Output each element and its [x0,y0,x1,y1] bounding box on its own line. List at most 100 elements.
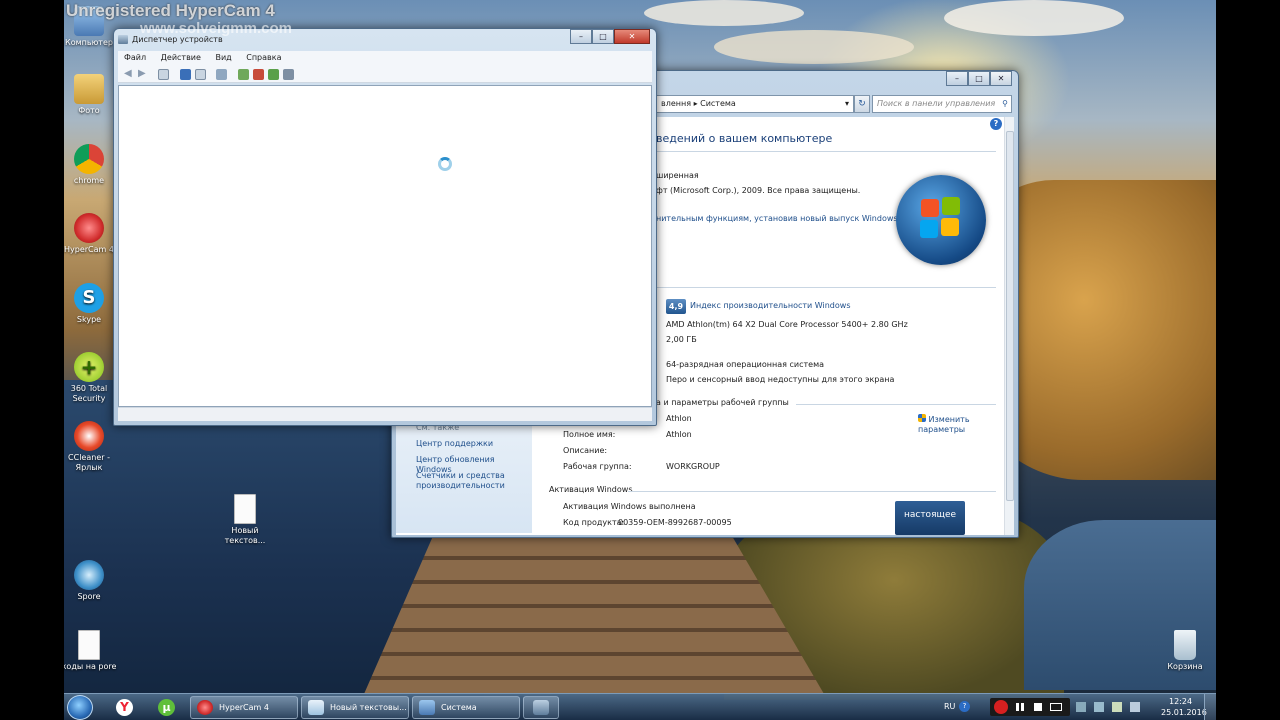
taskbar-task-system[interactable]: Система [412,696,520,719]
language-indicator[interactable]: RU [944,702,955,711]
close-button[interactable]: ✕ [614,29,650,44]
device-manager-icon [118,35,128,44]
tray-icon[interactable] [1076,702,1086,712]
close-button[interactable]: ✕ [990,71,1012,86]
rating-badge[interactable]: 4,9 [666,299,686,314]
windows-logo [896,175,986,265]
performance-index-link[interactable]: Индекс производительности Windows [690,301,850,310]
desktop-icon-spore[interactable]: Spore [61,560,117,602]
taskbar: Y µ HyperCam 4 Новый текстовы... Система… [64,693,1216,720]
workgroup-section-title: а и параметры рабочей группы [656,398,789,407]
desktop-icon-recycle-bin[interactable]: Корзина [1157,630,1213,672]
recording-controls[interactable] [990,698,1070,716]
skype-icon: S [74,283,104,313]
description-label: Описание: [563,446,608,455]
capture-area-icon[interactable] [1050,703,1062,711]
status-bar [118,407,652,421]
properties-icon[interactable] [195,69,206,80]
menu-view[interactable]: Вид [215,53,231,62]
processor-value: AMD Athlon(tm) 64 X2 Dual Core Processor… [666,320,908,329]
desktop-icon-ccleaner[interactable]: CCleaner - Ярлык [61,421,117,473]
shield-icon [918,414,926,422]
plus-shield-icon: + [74,352,104,382]
upgrade-link[interactable]: нительным функциям, установив новый выпу… [656,214,905,223]
flag-icon[interactable] [1112,702,1122,712]
device-tree-pane[interactable] [118,85,652,407]
link-support-center[interactable]: Центр поддержки [416,439,493,449]
back-arrow-icon[interactable]: ◀ [124,69,135,80]
hypercam-icon [197,700,213,715]
update-driver-icon[interactable] [238,69,249,80]
workgroup-value: WORKGROUP [666,462,720,471]
help-icon[interactable]: ? [990,118,1002,130]
help-icon[interactable]: ? [959,701,970,712]
product-key-label: Код продукта: [563,518,625,527]
menu-action[interactable]: Действие [161,53,201,62]
notepad-icon [308,700,324,715]
desktop-icon-hypercam[interactable]: HyperCam 4 [61,213,117,255]
scrollbar-thumb[interactable] [1006,131,1014,501]
scan-hardware-icon[interactable] [216,69,227,80]
disable-device-icon[interactable] [283,69,294,80]
copyright-text: фт (Microsoft Corp.), 2009. Все права за… [656,186,861,195]
chrome-icon [74,144,104,174]
change-settings-link[interactable]: Изменить параметры [918,414,988,435]
network-icon[interactable] [1094,702,1104,712]
stop-icon[interactable] [1034,703,1042,711]
product-key-value: 00359-OEM-8992687-00095 [618,518,732,527]
menu-help[interactable]: Справка [246,53,281,62]
chevron-down-icon[interactable]: ▾ [845,96,849,112]
uninstall-icon[interactable] [253,69,264,80]
refresh-icon[interactable]: ↻ [854,95,870,113]
text-file-icon [234,494,256,524]
help-icon[interactable] [180,69,191,80]
yandex-icon[interactable]: Y [106,696,142,719]
toolbar: ◀ ▶ [118,66,652,83]
desktop-icon-chrome[interactable]: chrome [61,144,117,186]
ccleaner-icon [74,421,104,451]
utorrent-icon[interactable]: µ [148,696,184,719]
workgroup-label: Рабочая группа: [563,462,632,471]
menu-file[interactable]: Файл [124,53,146,62]
maximize-button[interactable]: □ [968,71,990,86]
clock-time[interactable]: 12:24 [1169,697,1192,706]
genuine-microsoft-badge[interactable]: настоящее [895,501,965,535]
vertical-scrollbar[interactable] [1004,117,1014,535]
show-desktop-button[interactable] [1204,694,1216,720]
record-icon[interactable] [994,700,1008,714]
pen-touch-value: Перо и сенсорный ввод недоступны для это… [666,375,895,384]
link-performance-tools[interactable]: Счетчики и средства производительности [416,471,516,491]
forward-arrow-icon[interactable]: ▶ [138,69,149,80]
taskbar-task-hypercam[interactable]: HyperCam 4 [190,696,298,719]
desktop-icon-360-security[interactable]: + 360 Total Security [61,352,117,404]
tree-view-icon[interactable] [158,69,169,80]
menu-bar: Файл Действие Вид Справка [118,51,652,66]
full-name-value: Athlon [666,430,692,439]
watermark-url: www.solveigmm.com [140,20,292,37]
search-icon: ⚲ [1002,99,1008,108]
pause-icon[interactable] [1016,703,1024,711]
left-pane: См. также Центр поддержки Центр обновлен… [396,413,532,533]
minimize-button[interactable]: – [946,71,968,86]
watermark-title: Unregistered HyperCam 4 [66,1,275,20]
minimize-button[interactable]: – [570,29,592,44]
taskbar-task-notepad[interactable]: Новый текстовы... [301,696,409,719]
system-type-value: 64-разрядная операционная система [666,360,825,369]
device-manager-window[interactable]: Диспетчер устройств – □ ✕ Файл Действие … [113,28,657,426]
taskbar-task-device-manager[interactable] [523,696,559,719]
search-input[interactable]: Поиск в панели управления ⚲ [872,95,1012,113]
page-heading: ведений о вашем компьютере [656,132,833,145]
desktop-icon-codes-file[interactable]: коды на pore [61,630,117,672]
maximize-button[interactable]: □ [592,29,614,44]
desktop-icon-text-file[interactable]: Новый текстов... [217,494,273,546]
desktop-icon-photos[interactable]: Фото [61,74,117,116]
computer-icon [419,700,435,715]
recycle-bin-icon [1174,630,1196,660]
enable-device-icon[interactable] [268,69,279,80]
loading-spinner-icon [438,157,452,171]
desktop-icon-skype[interactable]: S Skype [61,283,117,325]
clock-date[interactable]: 25.01.2016 [1161,708,1207,717]
start-button[interactable] [67,695,93,720]
computer-name-value: Athlon [666,414,692,423]
volume-icon[interactable] [1130,702,1140,712]
